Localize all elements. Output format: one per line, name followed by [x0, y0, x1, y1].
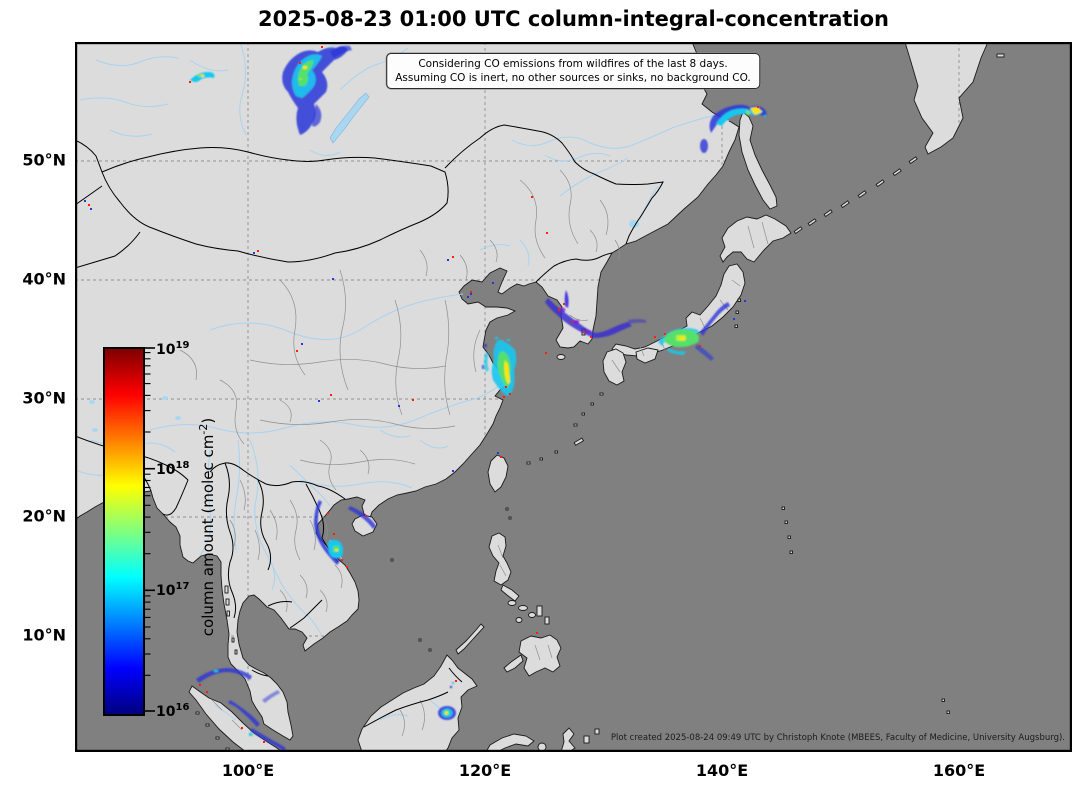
lat-label-10n: 10°N: [22, 625, 66, 645]
colorbar-ticks: [145, 347, 155, 712]
lat-label-20n: 20°N: [22, 506, 66, 526]
annotation-box: Considering CO emissions from wildfires …: [386, 53, 760, 90]
colorbar-tick-1e18: 1018: [156, 460, 190, 478]
lon-label-140e: 140°E: [695, 761, 749, 780]
lat-label-30n: 30°N: [22, 388, 66, 408]
colorbar: [103, 347, 145, 716]
map-canvas: [75, 42, 1072, 752]
plume-amur-hotspot: [757, 106, 759, 108]
map-area: [75, 42, 1072, 752]
credit-text: Plot created 2025-08-24 09:49 UTC by Chr…: [610, 733, 1065, 743]
lon-label-100e: 100°E: [221, 761, 275, 780]
colorbar-axis-label: column amount (molec cm-2): [197, 417, 217, 637]
lat-label-40n: 40°N: [22, 269, 66, 289]
plume-borneo-hotspot: [455, 680, 457, 682]
annotation-line-1: Considering CO emissions from wildfires …: [418, 58, 728, 70]
colorbar-tick-1e19: 1019: [156, 340, 190, 358]
colorbar-tick-1e17: 1017: [156, 581, 190, 599]
lat-label-50n: 50°N: [22, 150, 66, 170]
lon-label-120e: 120°E: [458, 761, 512, 780]
annotation-line-2: Assuming CO is inert, no other sources o…: [395, 72, 751, 85]
page-title: 2025-08-23 01:00 UTC column-integral-con…: [257, 7, 889, 31]
lon-label-160e: 160°E: [932, 761, 986, 780]
colorbar-tick-1e16: 1016: [156, 702, 190, 720]
figure: 2025-08-23 01:00 UTC column-integral-con…: [0, 0, 1087, 793]
